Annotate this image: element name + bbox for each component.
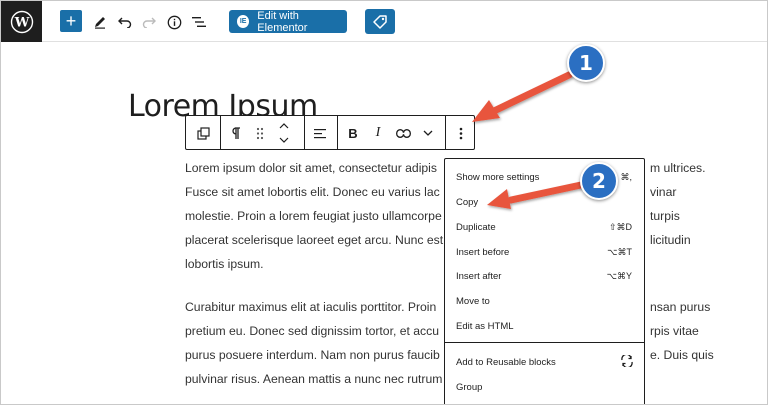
edit-with-elementor-label: Edit with Elementor (257, 9, 308, 34)
menu-item-label: Duplicate (456, 221, 496, 233)
paragraph-icon[interactable] (229, 123, 243, 143)
top-toolbar: W + IE Edit with Elementor (1, 1, 767, 42)
paragraph-line: Fusce sit amet lobortis elit. Donec eu v… (185, 185, 440, 199)
paragraph-block-2-overflow: nsan purus rpis vitae e. Duis quis (650, 295, 714, 367)
plus-icon: + (65, 11, 77, 31)
menu-item-group[interactable]: Group (445, 375, 644, 399)
paragraph-block-2[interactable]: Curabitur maximus elit at iaculis portti… (185, 295, 442, 391)
add-block-button[interactable]: + (60, 10, 82, 32)
elementor-icon: IE (237, 15, 250, 28)
paragraph-line: lobortis ipsum. (185, 257, 264, 271)
wordpress-logo-icon[interactable]: W (1, 1, 42, 42)
tools-pencil-icon[interactable] (92, 11, 108, 33)
editor-window: W + IE Edit with Elementor Lorem Ipsum B… (0, 0, 768, 405)
paragraph-line: rpis vitae (650, 324, 699, 338)
svg-text:W: W (13, 15, 29, 30)
drag-handle-icon[interactable] (254, 123, 266, 143)
paragraph-line: purus posuere interdum. Nam non purus fa… (185, 348, 440, 362)
menu-item-label: Group (456, 381, 483, 393)
italic-icon[interactable]: I (371, 123, 385, 143)
paragraph-line: e. Duis quis (650, 348, 714, 362)
menu-item-shortcut: ⇧⌘D (608, 221, 632, 232)
transform-block-icon[interactable] (194, 123, 212, 143)
menu-item-move-to[interactable]: Move to (445, 289, 644, 313)
redo-icon[interactable] (141, 11, 157, 33)
menu-item-shortcut: ⌘, (620, 171, 632, 182)
paragraph-line: m ultrices. (650, 161, 706, 175)
menu-item-label: Show more settings (456, 171, 540, 183)
paragraph-block-1-overflow: m ultrices. vinar turpis licitudin (650, 156, 706, 252)
align-left-icon[interactable] (312, 123, 328, 143)
menu-item-add-to-reusable-blocks[interactable]: Add to Reusable blocks (445, 350, 644, 374)
edit-with-elementor-button[interactable]: IE Edit with Elementor (229, 9, 347, 34)
menu-item-copy[interactable]: Copy (445, 190, 644, 214)
bold-icon[interactable]: B (346, 123, 360, 143)
toolbar-divider (220, 116, 221, 149)
arrow-to-options-button (490, 71, 573, 115)
paragraph-line: placerat scelerisque laoreet eget arcu. … (185, 233, 444, 247)
paragraph-block-1[interactable]: Lorem ipsum dolor sit amet, consectetur … (185, 156, 443, 276)
block-options-menu: Show more settings ⌘, Copy Duplicate ⇧⌘D… (444, 158, 645, 404)
menu-item-label: Move to (456, 295, 490, 307)
more-formats-chevron-down-icon[interactable] (421, 123, 435, 143)
menu-item-label: Add to Reusable blocks (456, 356, 556, 368)
menu-item-insert-after[interactable]: Insert after ⌥⌘Y (445, 264, 644, 288)
paragraph-line: Lorem ipsum dolor sit amet, consectetur … (185, 161, 437, 175)
paragraph-line: Curabitur maximus elit at iaculis portti… (185, 300, 437, 314)
menu-divider (445, 342, 644, 343)
undo-icon[interactable] (117, 11, 133, 33)
reusable-block-icon (620, 353, 634, 369)
menu-item-insert-before[interactable]: Insert before ⌥⌘T (445, 240, 644, 264)
paragraph-line: vinar (650, 185, 677, 199)
link-icon[interactable] (395, 123, 411, 143)
menu-item-label: Copy (456, 196, 479, 208)
paragraph-line: pretium eu. Donec sed dignissim tortor, … (185, 324, 440, 338)
info-icon[interactable] (166, 11, 182, 33)
paragraph-line: nsan purus (650, 300, 711, 314)
list-view-icon[interactable] (191, 11, 207, 33)
toolbar-divider (445, 116, 446, 149)
menu-item-label: Edit as HTML (456, 320, 514, 332)
paragraph-line: pulvinar risus. Aenean mattis a nunc nec… (185, 372, 443, 386)
toolbar-divider (304, 116, 305, 149)
arrow-head-1 (472, 100, 500, 122)
move-up-down-icon[interactable] (277, 120, 291, 146)
step-2-callout-badge: 2 (580, 162, 618, 200)
paragraph-line: turpis (650, 209, 680, 223)
options-kebab-icon[interactable] (454, 123, 468, 143)
menu-item-shortcut: ⌥⌘T (607, 246, 632, 257)
menu-item-edit-as-html[interactable]: Edit as HTML (445, 314, 644, 338)
menu-item-label: Insert before (456, 246, 510, 258)
paragraph-line: molestie. Proin a lorem feugiat justo ul… (185, 209, 442, 223)
menu-item-label: Insert after (456, 270, 502, 282)
menu-item-shortcut: ⌥⌘Y (606, 270, 632, 281)
block-toolbar: B I (185, 115, 475, 150)
tag-icon[interactable] (365, 9, 395, 34)
toolbar-divider (337, 116, 338, 149)
menu-item-duplicate[interactable]: Duplicate ⇧⌘D (445, 215, 644, 239)
step-1-callout-badge: 1 (567, 44, 605, 82)
paragraph-line: licitudin (650, 233, 691, 247)
